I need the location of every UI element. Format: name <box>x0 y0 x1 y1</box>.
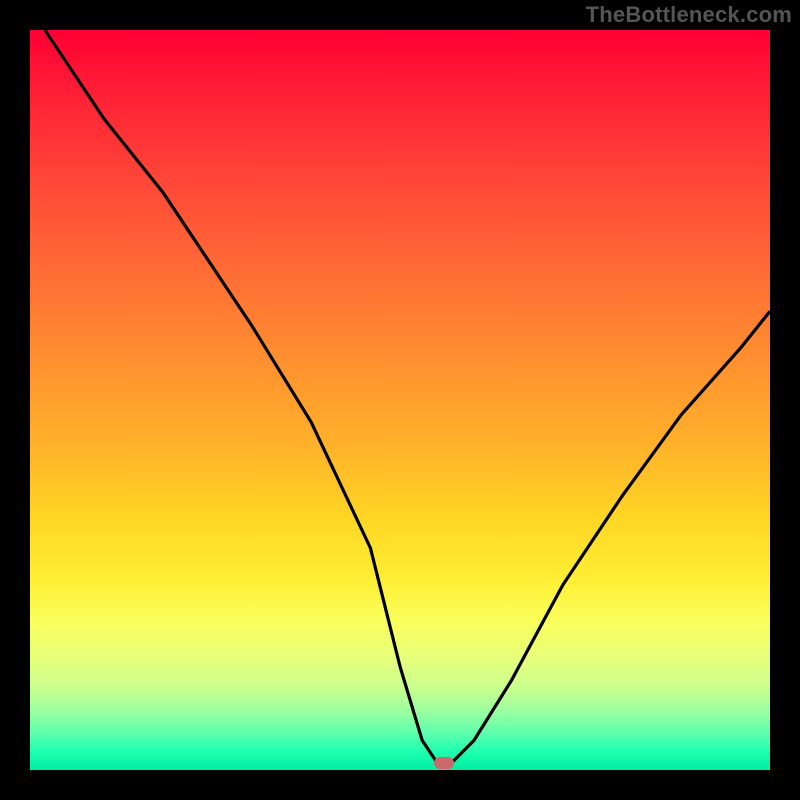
optimum-marker <box>434 757 454 769</box>
chart-frame: TheBottleneck.com <box>0 0 800 800</box>
plot-area <box>30 30 770 770</box>
watermark-text: TheBottleneck.com <box>586 2 792 28</box>
curve-path <box>45 30 770 763</box>
bottleneck-curve <box>30 30 770 770</box>
